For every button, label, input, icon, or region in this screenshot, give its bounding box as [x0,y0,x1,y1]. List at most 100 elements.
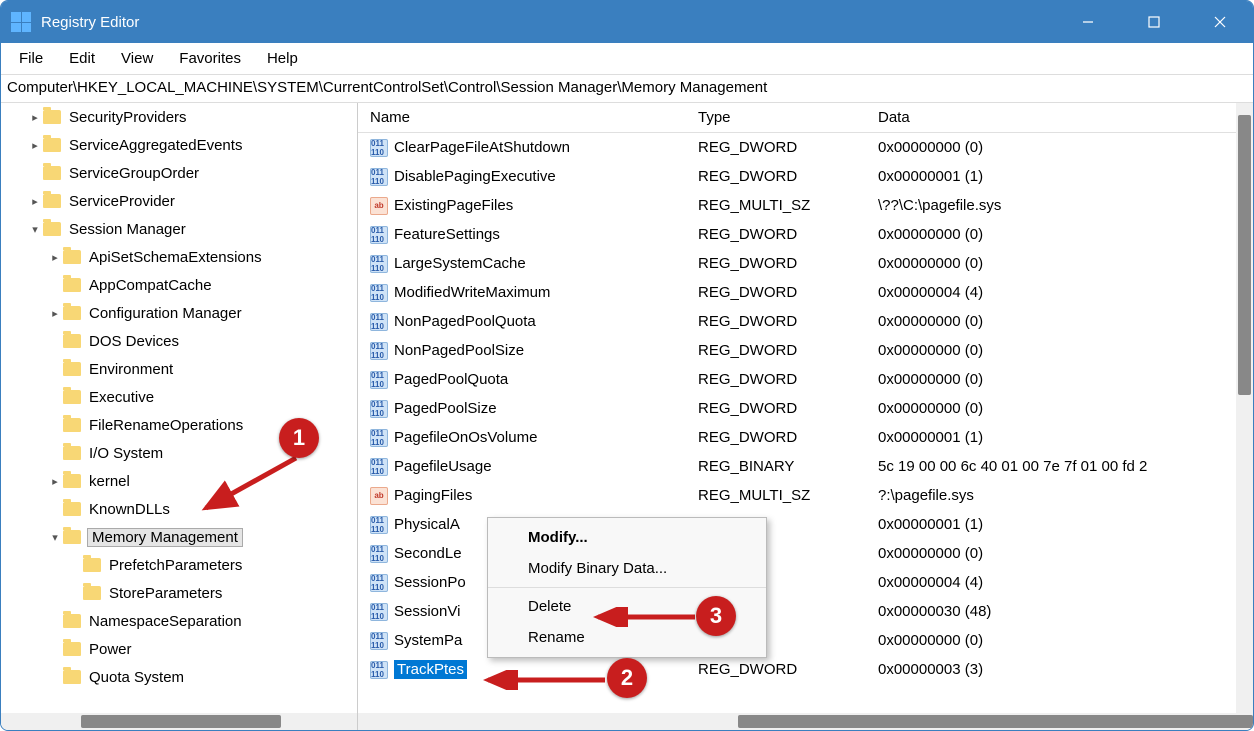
value-data: 0x00000000 (0) [878,255,1253,272]
tree-node[interactable]: Power [1,635,357,663]
value-data: ?:\pagefile.sys [878,487,1253,504]
tree-node[interactable]: ▾ Memory Management [1,523,357,551]
binary-value-icon: 011 110 [370,661,388,679]
menu-favorites[interactable]: Favorites [169,46,251,71]
tree-node[interactable]: PrefetchParameters [1,551,357,579]
binary-value-icon: 011 110 [370,313,388,331]
value-data: 0x00000000 (0) [878,545,1253,562]
value-name: ModifiedWriteMaximum [394,284,550,301]
tree-node[interactable]: Environment [1,355,357,383]
tree-label: Executive [87,389,156,406]
context-modify[interactable]: Modify... [488,522,766,553]
folder-icon [63,418,81,432]
minimize-button[interactable] [1055,1,1121,43]
chevron-down-icon[interactable]: ▾ [47,531,63,544]
tree-node[interactable]: DOS Devices [1,327,357,355]
registry-value-row[interactable]: 011 110PagedPoolQuotaREG_DWORD0x00000000… [358,365,1253,394]
chevron-right-icon[interactable]: ▸ [47,251,63,264]
chevron-right-icon[interactable]: ▸ [27,139,43,152]
tree-label: I/O System [87,445,165,462]
context-modify-binary[interactable]: Modify Binary Data... [488,553,766,584]
value-name: LargeSystemCache [394,255,526,272]
list-vscrollbar[interactable] [1236,103,1253,713]
folder-icon [83,558,101,572]
value-type: REG_DWORD [698,371,878,388]
value-name: DisablePagingExecutive [394,168,556,185]
registry-value-row[interactable]: 011 110LargeSystemCacheREG_DWORD0x000000… [358,249,1253,278]
chevron-right-icon[interactable]: ▸ [27,195,43,208]
value-data: 0x00000000 (0) [878,371,1253,388]
binary-value-icon: 011 110 [370,545,388,563]
tree-node[interactable]: ▸ApiSetSchemaExtensions [1,243,357,271]
registry-value-row[interactable]: abExistingPageFilesREG_MULTI_SZ\??\C:\pa… [358,191,1253,220]
registry-value-row[interactable]: 011 110PagefileUsageREG_BINARY5c 19 00 0… [358,452,1253,481]
column-type[interactable]: Type [698,109,878,126]
registry-value-row[interactable]: 011 110NonPagedPoolSizeREG_DWORD0x000000… [358,336,1253,365]
binary-value-icon: 011 110 [370,516,388,534]
registry-value-row[interactable]: 011 110ClearPageFileAtShutdownREG_DWORD0… [358,133,1253,162]
chevron-right-icon[interactable]: ▸ [27,111,43,124]
registry-value-row[interactable]: abPagingFilesREG_MULTI_SZ?:\pagefile.sys [358,481,1253,510]
value-type: REG_DWORD [698,342,878,359]
chevron-right-icon[interactable]: ▸ [47,475,63,488]
value-type: REG_DWORD [698,284,878,301]
tree-label: ServiceAggregatedEvents [67,137,244,154]
tree-node[interactable]: StoreParameters [1,579,357,607]
address-bar[interactable]: Computer\HKEY_LOCAL_MACHINE\SYSTEM\Curre… [1,75,1253,103]
maximize-button[interactable] [1121,1,1187,43]
folder-icon [63,502,81,516]
string-value-icon: ab [370,487,388,505]
binary-value-icon: 011 110 [370,458,388,476]
tree-node[interactable]: Executive [1,383,357,411]
tree-node[interactable]: ServiceGroupOrder [1,159,357,187]
tree-node[interactable]: ▸Configuration Manager [1,299,357,327]
tree-pane: ▸SecurityProviders▸ServiceAggregatedEven… [1,103,358,730]
titlebar: Registry Editor [1,1,1253,43]
registry-value-row[interactable]: 011 110ModifiedWriteMaximumREG_DWORD0x00… [358,278,1253,307]
tree-label: Memory Management [87,528,243,547]
tree-node[interactable]: AppCompatCache [1,271,357,299]
menu-file[interactable]: File [9,46,53,71]
column-name[interactable]: Name [358,109,698,126]
tree-node[interactable]: ▾Session Manager [1,215,357,243]
value-name: PagedPoolQuota [394,371,508,388]
tree-node[interactable]: ▸SecurityProviders [1,103,357,131]
value-name: NonPagedPoolSize [394,342,524,359]
registry-value-row[interactable]: 011 110FeatureSettingsREG_DWORD0x0000000… [358,220,1253,249]
registry-value-row[interactable]: 011 110DisablePagingExecutiveREG_DWORD0x… [358,162,1253,191]
value-name: ExistingPageFiles [394,197,513,214]
folder-icon [63,530,81,544]
folder-icon [63,362,81,376]
context-menu: Modify... Modify Binary Data... Delete R… [487,517,767,658]
tree-node[interactable]: ▸ServiceProvider [1,187,357,215]
column-data[interactable]: Data [878,109,1253,126]
menu-view[interactable]: View [111,46,163,71]
tree-label: AppCompatCache [87,277,214,294]
folder-icon [43,194,61,208]
value-name: SessionPo [394,574,466,591]
folder-icon [63,642,81,656]
binary-value-icon: 011 110 [370,429,388,447]
value-name: PagefileOnOsVolume [394,429,537,446]
binary-value-icon: 011 110 [370,168,388,186]
annotation-badge-2: 2 [607,658,647,698]
menu-help[interactable]: Help [257,46,308,71]
value-data: 0x00000000 (0) [878,313,1253,330]
registry-value-row[interactable]: 011 110PagefileOnOsVolumeREG_DWORD0x0000… [358,423,1253,452]
menubar: File Edit View Favorites Help [1,43,1253,75]
tree-node[interactable]: ▸ ServiceAggregatedEvents [1,131,357,159]
value-name: ClearPageFileAtShutdown [394,139,570,156]
list-hscrollbar[interactable] [358,713,1253,730]
value-data: 0x00000004 (4) [878,284,1253,301]
chevron-right-icon[interactable]: ▸ [47,307,63,320]
tree-node[interactable]: Quota System [1,663,357,691]
registry-value-row[interactable]: 011 110NonPagedPoolQuotaREG_DWORD0x00000… [358,307,1253,336]
tree-node[interactable]: NamespaceSeparation [1,607,357,635]
tree-hscrollbar[interactable] [1,713,357,730]
tree-label: StoreParameters [107,585,224,602]
folder-icon [43,110,61,124]
close-button[interactable] [1187,1,1253,43]
menu-edit[interactable]: Edit [59,46,105,71]
chevron-down-icon[interactable]: ▾ [27,223,43,236]
registry-value-row[interactable]: 011 110PagedPoolSizeREG_DWORD0x00000000 … [358,394,1253,423]
